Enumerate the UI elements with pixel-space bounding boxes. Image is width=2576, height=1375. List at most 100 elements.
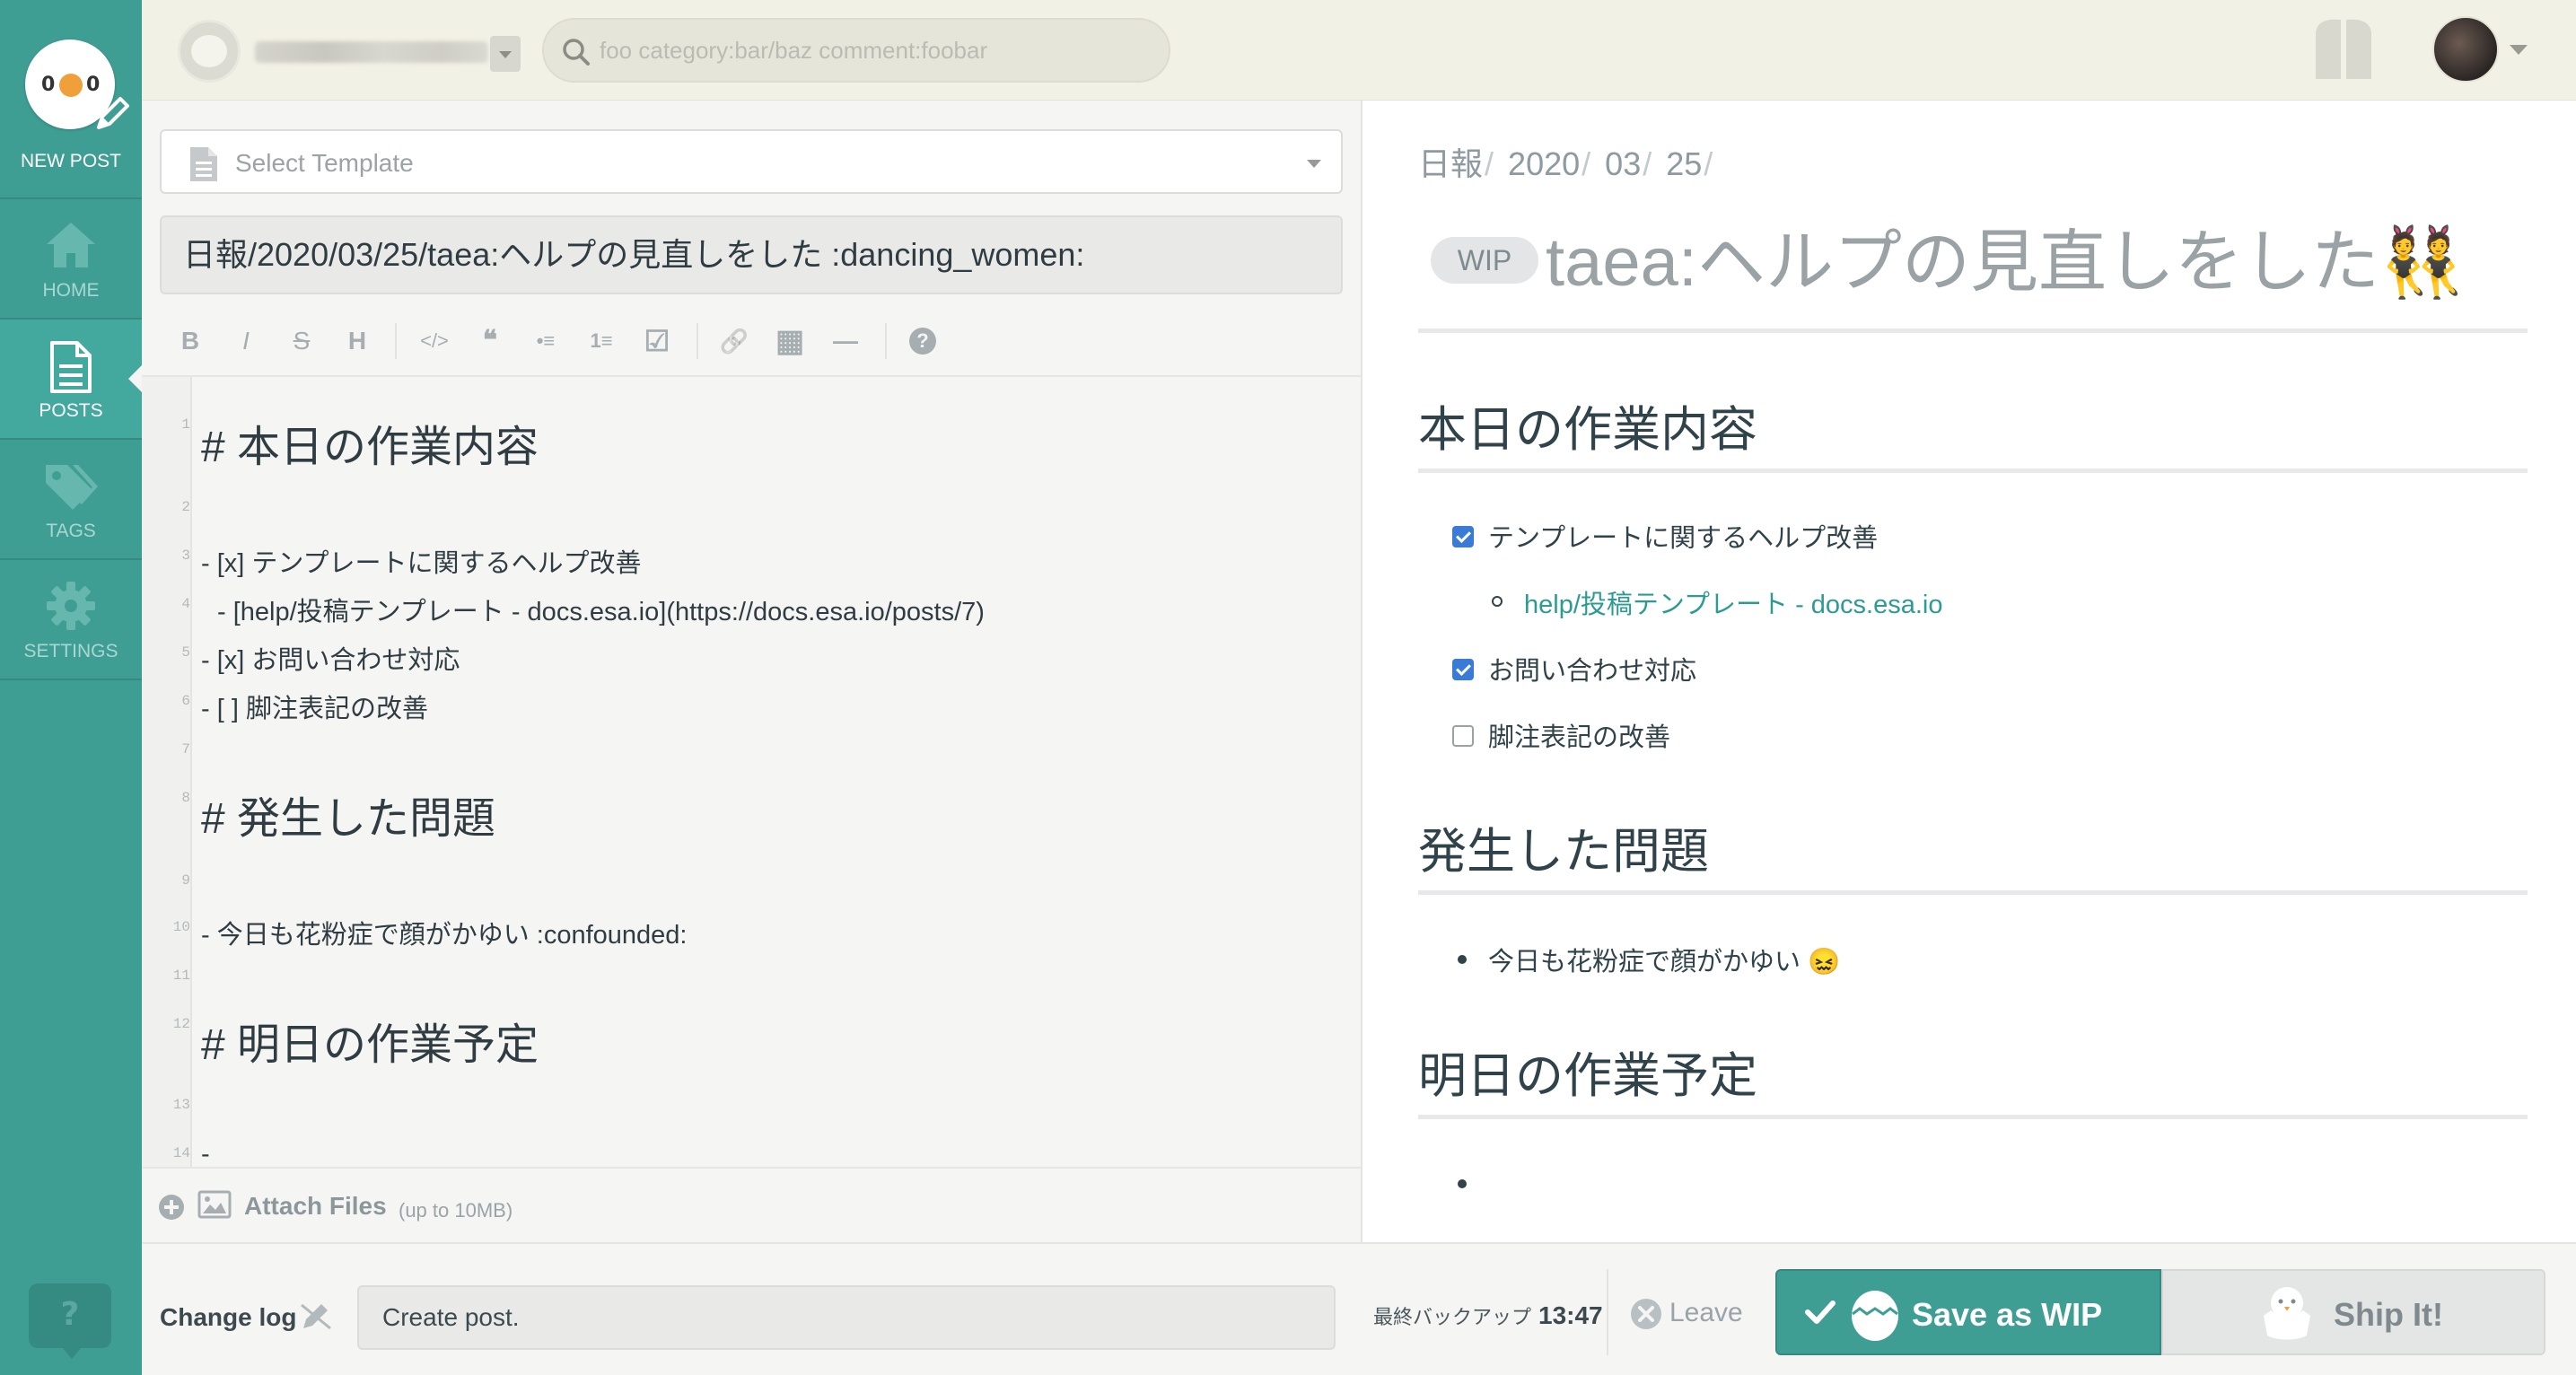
quote-button[interactable]: ❝ xyxy=(469,320,512,363)
search-icon xyxy=(563,39,590,66)
code-line: - [ ] 脚注表記の改善 xyxy=(201,695,428,723)
home-icon xyxy=(47,223,95,267)
line-number: 7 xyxy=(181,741,190,758)
task-item: 脚注表記の改善 xyxy=(1488,723,1671,752)
bold-button[interactable]: B xyxy=(169,320,212,363)
sidebar-item-posts[interactable]: POSTS xyxy=(0,320,143,440)
sidebar-item-label: HOME xyxy=(42,280,100,301)
team-dropdown-button[interactable] xyxy=(490,36,521,72)
book-icon[interactable] xyxy=(2312,16,2375,81)
breadcrumb-item[interactable]: 日報 xyxy=(1418,145,1483,182)
breadcrumb-item[interactable]: 2020 xyxy=(1508,145,1580,182)
close-circle-icon xyxy=(1631,1299,1661,1329)
sub-bullet xyxy=(1492,596,1503,607)
task-list-button[interactable]: ☑ xyxy=(635,320,679,363)
image-icon xyxy=(197,1190,232,1219)
template-select[interactable]: Select Template xyxy=(160,129,1343,194)
task-checkbox-unchecked[interactable] xyxy=(1452,725,1474,747)
bullet-list-button[interactable]: •≡ xyxy=(524,320,567,363)
line-number: 8 xyxy=(181,790,190,806)
preview-title: taea:ヘルプの見直しをした👯 xyxy=(1546,224,2465,301)
sidebar: 00 NEW POST HOME POSTS TAGS SETTINGS ? xyxy=(0,0,143,1375)
gear-icon xyxy=(47,582,95,630)
line-number: 10 xyxy=(172,919,190,935)
hatching-chick-icon xyxy=(2264,1287,2310,1340)
line-number: 3 xyxy=(181,547,190,564)
last-backup: 最終バックアップ 13:47 xyxy=(1373,1301,1603,1330)
breadcrumb-item[interactable]: 25 xyxy=(1666,145,1702,182)
heading-divider xyxy=(1418,890,2528,895)
sidebar-item-settings[interactable]: SETTINGS xyxy=(0,560,142,680)
line-number: 1 xyxy=(181,416,190,433)
document-icon xyxy=(50,341,92,393)
line-number: 12 xyxy=(172,1016,190,1032)
egg-icon xyxy=(1852,1291,1898,1341)
team-name-blurred[interactable] xyxy=(255,41,488,63)
title-divider xyxy=(1418,328,2528,333)
search-input[interactable] xyxy=(600,32,1138,68)
sidebar-item-tags[interactable]: TAGS xyxy=(0,440,142,560)
code-line: - [x] お問い合わせ対応 xyxy=(201,646,460,675)
team-logo-icon[interactable] xyxy=(178,20,241,83)
chevron-down-icon xyxy=(1307,160,1321,168)
table-button[interactable]: ▦ xyxy=(768,320,811,363)
heading-button[interactable]: H xyxy=(336,320,379,363)
post-title-input[interactable]: 日報/2020/03/25/taea:ヘルプの見直しをした :dancing_w… xyxy=(160,215,1343,294)
sidebar-item-home[interactable]: HOME xyxy=(0,199,142,320)
preview-heading: 本日の作業内容 xyxy=(1418,403,1757,457)
document-icon xyxy=(190,147,217,181)
user-avatar[interactable] xyxy=(2432,16,2499,83)
line-number: 6 xyxy=(181,693,190,709)
sidebar-item-label: SETTINGS xyxy=(23,641,118,661)
attach-files-bar[interactable]: Attach Files (up to 10MB) xyxy=(142,1167,1361,1242)
code-line: - 今日も花粉症で顔がかゆい :confounded: xyxy=(201,921,688,950)
task-checkbox-checked[interactable] xyxy=(1452,526,1474,547)
check-icon xyxy=(1805,1301,1836,1324)
code-button[interactable]: </> xyxy=(413,320,456,363)
list-item: 今日も花粉症で顔がかゆい 😖 xyxy=(1488,948,1841,977)
italic-button[interactable]: I xyxy=(224,320,267,363)
ship-it-button[interactable]: Ship It! xyxy=(2161,1269,2545,1355)
preview-heading: 発生した問題 xyxy=(1418,825,1709,879)
save-as-wip-button[interactable]: Save as WIP xyxy=(1775,1269,2161,1355)
heading-divider xyxy=(1418,469,2528,473)
changelog-input[interactable]: Create post. xyxy=(357,1285,1336,1350)
help-template-link[interactable]: help/投稿テンプレート - docs.esa.io xyxy=(1524,583,1943,621)
sidebar-item-label: TAGS xyxy=(46,521,96,541)
code-line: # 発生した問題 xyxy=(201,795,496,843)
task-item: テンプレートに関するヘルプ改善 xyxy=(1488,524,1879,553)
task-checkbox-checked[interactable] xyxy=(1452,659,1474,680)
preview-panel: 日報/ 2020/ 03/ 25/ WIP taea:ヘルプの見直しをした👯 本… xyxy=(1362,101,2576,1242)
sidebar-item-label: POSTS xyxy=(39,400,103,421)
line-number: 11 xyxy=(172,968,190,984)
line-number: 14 xyxy=(172,1145,190,1161)
help-button[interactable]: ? xyxy=(29,1283,111,1359)
markdown-help-button[interactable]: ? xyxy=(909,328,936,355)
breadcrumb-item[interactable]: 03 xyxy=(1605,145,1641,182)
chevron-down-icon[interactable] xyxy=(2510,45,2528,55)
active-pointer xyxy=(128,364,143,393)
wip-badge: WIP xyxy=(1431,237,1538,284)
backup-time: 13:47 xyxy=(1538,1301,1603,1329)
heading-divider xyxy=(1418,1115,2528,1119)
breadcrumb: 日報/ 2020/ 03/ 25/ xyxy=(1418,145,1713,182)
changelog-label: Change log xyxy=(160,1303,297,1331)
horizontal-rule-button[interactable]: — xyxy=(824,320,867,363)
pencil-slash-icon[interactable] xyxy=(298,1298,334,1334)
new-post-button[interactable]: 00 NEW POST xyxy=(0,0,142,199)
link-button[interactable]: 🔗 xyxy=(713,320,756,363)
code-line: - [x] テンプレートに関するヘルプ改善 xyxy=(201,549,642,578)
strikethrough-button[interactable]: S xyxy=(280,320,323,363)
task-item: お問い合わせ対応 xyxy=(1488,657,1697,686)
plus-circle-icon xyxy=(159,1195,184,1220)
code-line: # 明日の作業予定 xyxy=(201,1021,539,1069)
line-number: 13 xyxy=(172,1097,190,1113)
numbered-list-button[interactable]: 1≡ xyxy=(580,320,623,363)
attach-limit-label: (up to 10MB) xyxy=(399,1199,513,1222)
backup-label: 最終バックアップ xyxy=(1373,1306,1532,1328)
leave-label: Leave xyxy=(1669,1298,1743,1327)
search-box[interactable] xyxy=(542,18,1170,83)
pencil-icon xyxy=(97,97,129,129)
line-number: 4 xyxy=(181,596,190,612)
markdown-editor[interactable]: 1 # 本日の作業内容 2 3 - [x] テンプレートに関するヘルプ改善 4 … xyxy=(142,375,1361,1167)
